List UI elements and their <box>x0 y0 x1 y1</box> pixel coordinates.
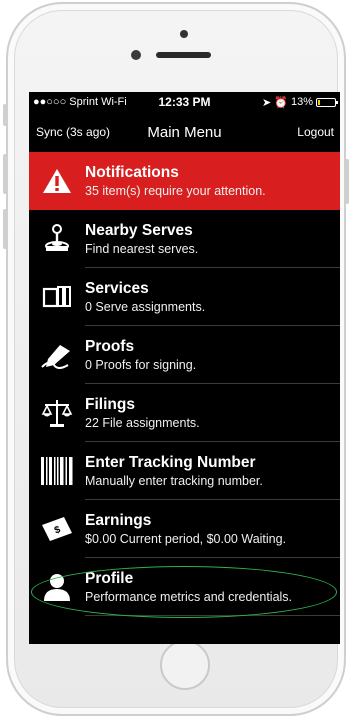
documents-icon <box>29 268 85 326</box>
volume-up-button <box>3 154 7 194</box>
power-button <box>345 159 349 204</box>
menu-item-subtitle: $0.00 Current period, $0.00 Waiting. <box>85 531 287 546</box>
menu-item-nearby-serves[interactable]: Nearby Serves Find nearest serves. <box>29 210 340 268</box>
scales-icon <box>29 384 85 442</box>
navigation-bar: Sync (3s ago) Main Menu Logout <box>29 112 340 152</box>
menu-item-filings[interactable]: Filings 22 File assignments. <box>29 384 340 442</box>
person-icon <box>29 558 85 616</box>
app-screen: ●●○○○ Sprint Wi-Fi 12:33 PM ➤ ⏰ 13% Sync… <box>29 92 340 644</box>
volume-down-button <box>3 209 7 249</box>
sync-button[interactable]: Sync (3s ago) <box>36 125 110 139</box>
proximity-sensor <box>180 30 188 38</box>
earpiece-speaker <box>156 52 211 58</box>
menu-item-services[interactable]: Services 0 Serve assignments. <box>29 268 340 326</box>
alarm-clock-icon: ⏰ <box>274 96 288 109</box>
warning-icon <box>29 152 85 210</box>
home-button[interactable] <box>160 640 210 690</box>
barcode-icon <box>29 442 85 500</box>
menu-item-subtitle: 22 File assignments. <box>85 415 200 430</box>
menu-item-subtitle: 35 item(s) require your attention. <box>85 183 266 198</box>
battery-percent: 13% <box>290 96 313 108</box>
battery-icon <box>316 97 338 107</box>
menu-item-subtitle: Find nearest serves. <box>85 241 199 256</box>
menu-item-enter-tracking-number[interactable]: Enter Tracking Number Manually enter tra… <box>29 442 340 500</box>
menu-item-title: Notifications <box>85 163 179 181</box>
menu-item-title: Nearby Serves <box>85 221 193 239</box>
menu-item-earnings[interactable]: $ Earnings $0.00 Current period, $0.00 W… <box>29 500 340 558</box>
front-camera <box>131 50 141 60</box>
carrier-label: ●●○○○ Sprint Wi-Fi <box>33 96 127 108</box>
menu-item-proofs[interactable]: Proofs 0 Proofs for signing. <box>29 326 340 384</box>
main-menu-list: Notifications 35 item(s) require your at… <box>29 152 340 616</box>
battery-fill <box>318 99 321 105</box>
money-icon: $ <box>29 500 85 558</box>
menu-item-title: Filings <box>85 395 135 413</box>
menu-item-subtitle: 0 Proofs for signing. <box>85 357 197 372</box>
menu-item-notifications[interactable]: Notifications 35 item(s) require your at… <box>29 152 340 210</box>
signature-pen-icon <box>29 326 85 384</box>
menu-item-subtitle: Manually enter tracking number. <box>85 473 263 488</box>
joystick-icon <box>29 210 85 268</box>
menu-item-title: Earnings <box>85 511 152 529</box>
logout-button[interactable]: Logout <box>297 125 334 139</box>
menu-item-profile[interactable]: Profile Performance metrics and credenti… <box>29 558 340 616</box>
menu-item-title: Profile <box>85 569 134 587</box>
location-arrow-icon: ➤ <box>262 96 272 109</box>
menu-item-subtitle: Performance metrics and credentials. <box>85 589 293 604</box>
menu-item-title: Enter Tracking Number <box>85 453 256 471</box>
menu-item-subtitle: 0 Serve assignments. <box>85 299 206 314</box>
mute-switch <box>3 104 7 126</box>
status-bar: ●●○○○ Sprint Wi-Fi 12:33 PM ➤ ⏰ 13% <box>29 92 340 112</box>
status-right: ➤ ⏰ 13% <box>262 96 338 109</box>
menu-item-title: Services <box>85 279 149 297</box>
menu-item-title: Proofs <box>85 337 135 355</box>
